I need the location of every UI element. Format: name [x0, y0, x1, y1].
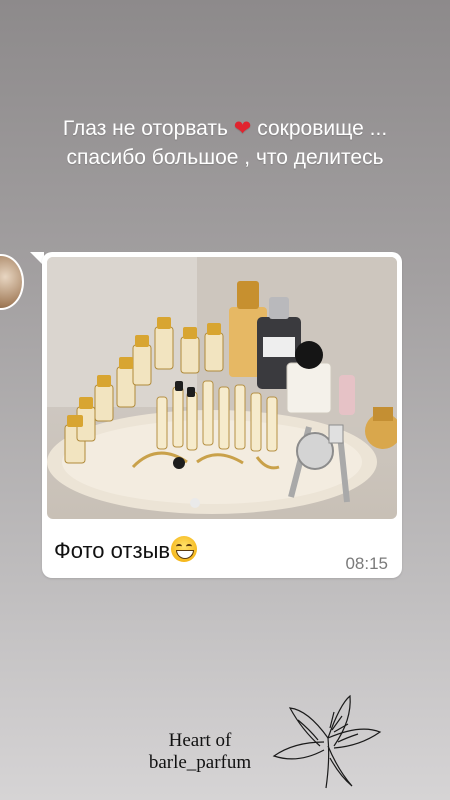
brand-line-1: Heart of	[168, 730, 232, 751]
chat-message-bubble[interactable]: Фото отзыв 08:15	[42, 252, 402, 578]
caption-text-1: Глаз не оторвать	[62, 117, 228, 140]
story-caption: Глаз не оторвать ❤ сокровище ... спасибо…	[0, 114, 450, 172]
brand-line-2: barle_parfum	[148, 752, 252, 773]
grinning-face-icon	[171, 536, 198, 562]
message-photo[interactable]	[47, 257, 397, 519]
caption-line-2: спасибо большое , что делитесь	[66, 146, 384, 169]
lily-flower-icon	[268, 690, 388, 800]
perfume-collection-image	[47, 257, 397, 514]
sender-avatar[interactable]	[0, 254, 24, 310]
heart-icon: ❤	[233, 117, 252, 140]
brand-signature: Heart of barle_parfum	[130, 730, 270, 774]
caption-line-1: Глаз не оторвать ❤ сокровище ...	[0, 114, 450, 143]
message-text-row: Фото отзыв	[54, 536, 198, 564]
message-text: Фото отзыв	[54, 538, 171, 563]
message-timestamp: 08:15	[345, 554, 388, 573]
caption-text-2: сокровище ...	[257, 117, 388, 140]
